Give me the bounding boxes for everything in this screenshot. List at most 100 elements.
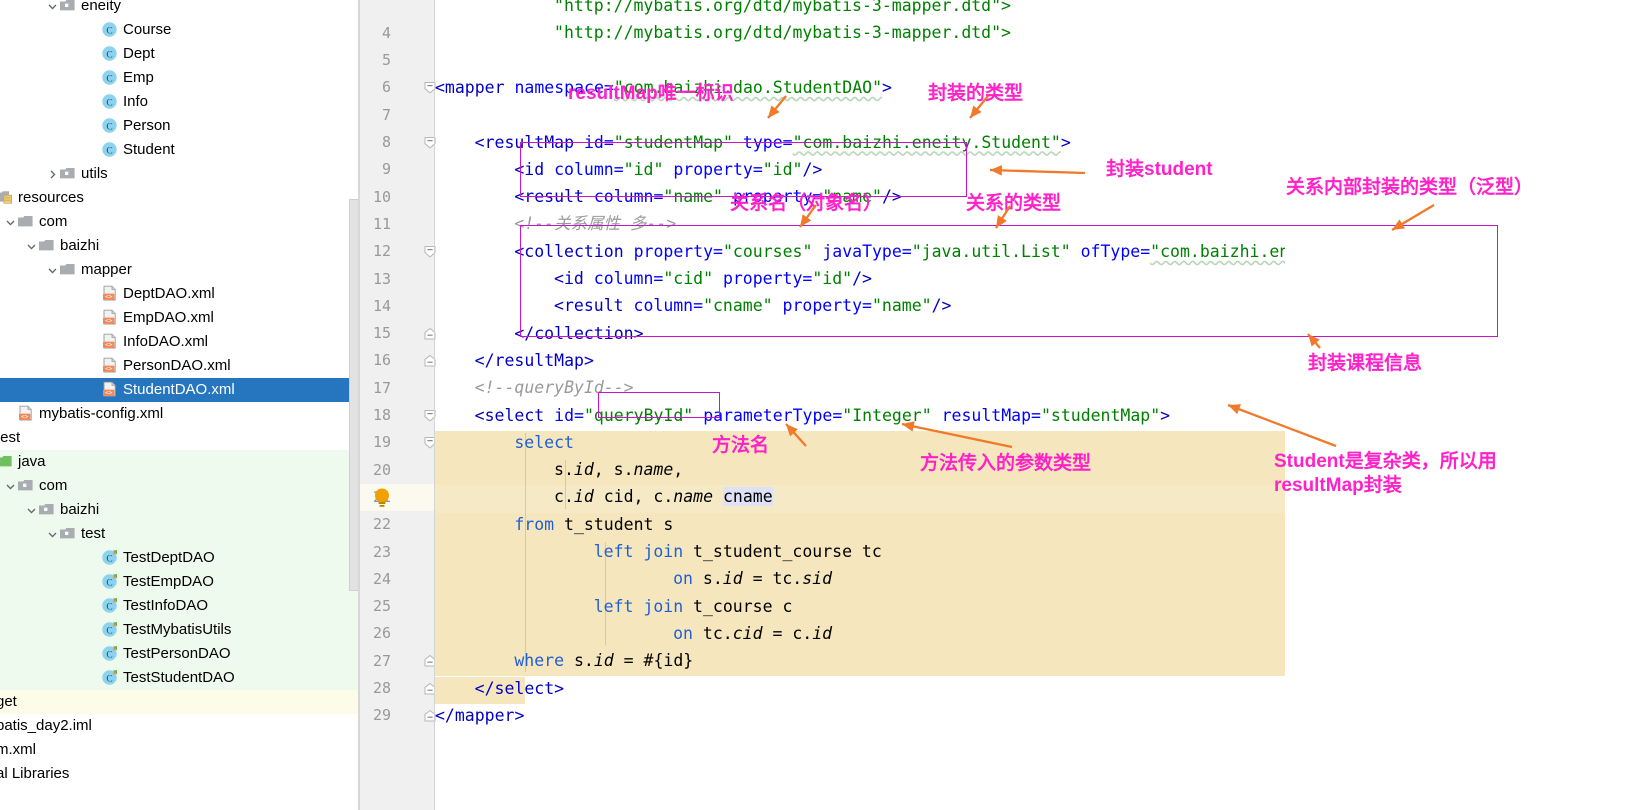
tree-item-label: Person xyxy=(123,117,171,135)
tree-item-emp[interactable]: C Emp xyxy=(0,66,360,90)
tree-item-testpersondao[interactable]: C TestPersonDAO xyxy=(0,642,360,666)
arrow-to-student-mapping xyxy=(989,165,1086,176)
tree-item-person[interactable]: C Person xyxy=(0,114,360,138)
code-line-28: </select> xyxy=(474,678,565,698)
line-number[interactable]: 6 xyxy=(351,74,391,101)
class-icon: C xyxy=(101,45,118,62)
tree-item-mybatis-config-xml[interactable]: <> mybatis-config.xml xyxy=(0,402,360,426)
tree-item-com[interactable]: com xyxy=(0,210,360,234)
line-number[interactable]: 26 xyxy=(351,620,391,647)
tree-item-label: test xyxy=(81,525,106,543)
project-tree-panel[interactable]: eneity C Course C Dept C Emp C Info C Person C Stude… xyxy=(0,0,360,810)
tree-item-label: batis_day2.iml xyxy=(0,717,92,735)
chevron-down-icon[interactable] xyxy=(45,0,59,18)
line-number[interactable]: 11 xyxy=(351,211,391,238)
tree-item-eneity[interactable]: eneity xyxy=(0,0,360,18)
tree-item-baizhi[interactable]: baizhi xyxy=(0,498,360,522)
tree-item-empdao-xml[interactable]: <> EmpDAO.xml xyxy=(0,306,360,330)
chevron-down-icon[interactable] xyxy=(45,258,59,282)
tree-item-label: com xyxy=(39,477,68,495)
tree-item-utils[interactable]: utils xyxy=(0,162,360,186)
tree-item-course[interactable]: C Course xyxy=(0,18,360,42)
line-number[interactable]: 9 xyxy=(351,156,391,183)
chevron-down-icon[interactable] xyxy=(3,474,17,498)
highlight-box-query-id xyxy=(598,392,720,418)
chevron-down-icon[interactable] xyxy=(45,522,59,546)
line-number[interactable]: 10 xyxy=(351,184,391,211)
svg-text:C: C xyxy=(106,554,112,564)
tree-item-label: TestInfoDAO xyxy=(123,597,209,615)
chevron-down-icon[interactable] xyxy=(24,234,38,258)
tree-item-info[interactable]: C Info xyxy=(0,90,360,114)
editor-gutter[interactable]: 4567891011121314151617181920212223242526… xyxy=(360,0,436,810)
tree-item-mapper[interactable]: mapper xyxy=(0,258,360,282)
line-number[interactable]: 12 xyxy=(351,238,391,265)
tree-item-batis-day2-iml[interactable]: batis_day2.iml xyxy=(0,714,360,738)
line-number[interactable]: 7 xyxy=(351,102,391,129)
line-number[interactable]: 28 xyxy=(351,675,391,702)
annotation-resultmap-id: resultMap唯一标识 xyxy=(568,83,734,104)
tree-item-label: java xyxy=(18,453,46,471)
line-number[interactable]: 22 xyxy=(351,511,391,538)
chevron-down-icon[interactable] xyxy=(3,210,17,234)
svg-text:C: C xyxy=(106,650,112,660)
tree-item-label: TestEmpDAO xyxy=(123,573,214,591)
chevron-down-icon[interactable] xyxy=(24,498,38,522)
tree-item-testdeptdao[interactable]: C TestDeptDAO xyxy=(0,546,360,570)
tree-item-testmybatisutils[interactable]: C TestMybatisUtils xyxy=(0,618,360,642)
line-number[interactable]: 27 xyxy=(351,648,391,675)
svg-text:<>: <> xyxy=(105,365,113,372)
tree-item-testempdao[interactable]: C TestEmpDAO xyxy=(0,570,360,594)
tree-item-java[interactable]: java xyxy=(0,450,360,474)
line-number[interactable]: 5 xyxy=(351,47,391,74)
svg-text:C: C xyxy=(106,602,112,612)
line-number[interactable]: 23 xyxy=(351,539,391,566)
line-number[interactable]: 14 xyxy=(351,293,391,320)
class-icon: C xyxy=(101,69,118,86)
tree-item-com[interactable]: com xyxy=(0,474,360,498)
svg-text:C: C xyxy=(106,26,112,36)
line-number[interactable]: 8 xyxy=(351,129,391,156)
tree-item-test[interactable]: test xyxy=(0,522,360,546)
tree-item-testinfodao[interactable]: C TestInfoDAO xyxy=(0,594,360,618)
tree-item-student[interactable]: C Student xyxy=(0,138,360,162)
line-number[interactable]: 20 xyxy=(351,457,391,484)
tree-item-label: Emp xyxy=(123,69,154,87)
svg-text:C: C xyxy=(106,50,112,60)
testclass-icon: C xyxy=(101,573,118,590)
line-number[interactable]: 24 xyxy=(351,566,391,593)
tree-item-m-xml[interactable]: m.xml xyxy=(0,738,360,762)
line-number[interactable]: 17 xyxy=(351,375,391,402)
line-number[interactable]: 16 xyxy=(351,347,391,374)
line-number[interactable]: 29 xyxy=(351,702,391,729)
tree-item-studentdao-xml[interactable]: <> StudentDAO.xml xyxy=(0,378,360,402)
tree-item-infodao-xml[interactable]: <> InfoDAO.xml xyxy=(0,330,360,354)
code-line-16: </resultMap> xyxy=(474,350,594,370)
tree-item-label: TestStudentDAO xyxy=(123,669,235,687)
tree-item-resources[interactable]: resources xyxy=(0,186,360,210)
tree-item-baizhi[interactable]: baizhi xyxy=(0,234,360,258)
arrow-to-resultmap-id xyxy=(767,95,787,119)
svg-text:<>: <> xyxy=(105,341,113,348)
line-number[interactable]: 25 xyxy=(351,593,391,620)
tree-item-al-libraries[interactable]: al Libraries xyxy=(0,762,360,786)
line-number[interactable]: 19 xyxy=(351,429,391,456)
tree-item-deptdao-xml[interactable]: <> DeptDAO.xml xyxy=(0,282,360,306)
line-number[interactable]: 13 xyxy=(351,266,391,293)
line-number[interactable]: 18 xyxy=(351,402,391,429)
tree-item-get[interactable]: get xyxy=(0,690,360,714)
line-number[interactable]: 15 xyxy=(351,320,391,347)
tree-item-dept[interactable]: C Dept xyxy=(0,42,360,66)
tree-item-persondao-xml[interactable]: <> PersonDAO.xml xyxy=(0,354,360,378)
tree-item-test[interactable]: test xyxy=(0,426,360,450)
tree-item-label: TestDeptDAO xyxy=(123,549,215,567)
tree-item-label: PersonDAO.xml xyxy=(123,357,231,375)
tree-item-label: get xyxy=(0,693,17,711)
chevron-right-icon[interactable] xyxy=(45,162,59,186)
tree-item-teststudentdao[interactable]: C TestStudentDAO xyxy=(0,666,360,690)
lightbulb-icon[interactable] xyxy=(372,487,392,514)
annotation-line-2: resultMap封装 xyxy=(1274,475,1402,496)
line-number[interactable]: 4 xyxy=(351,20,391,47)
tree-item-label: com xyxy=(39,213,68,231)
code-line-24: on s.id = tc.sid xyxy=(673,569,833,589)
